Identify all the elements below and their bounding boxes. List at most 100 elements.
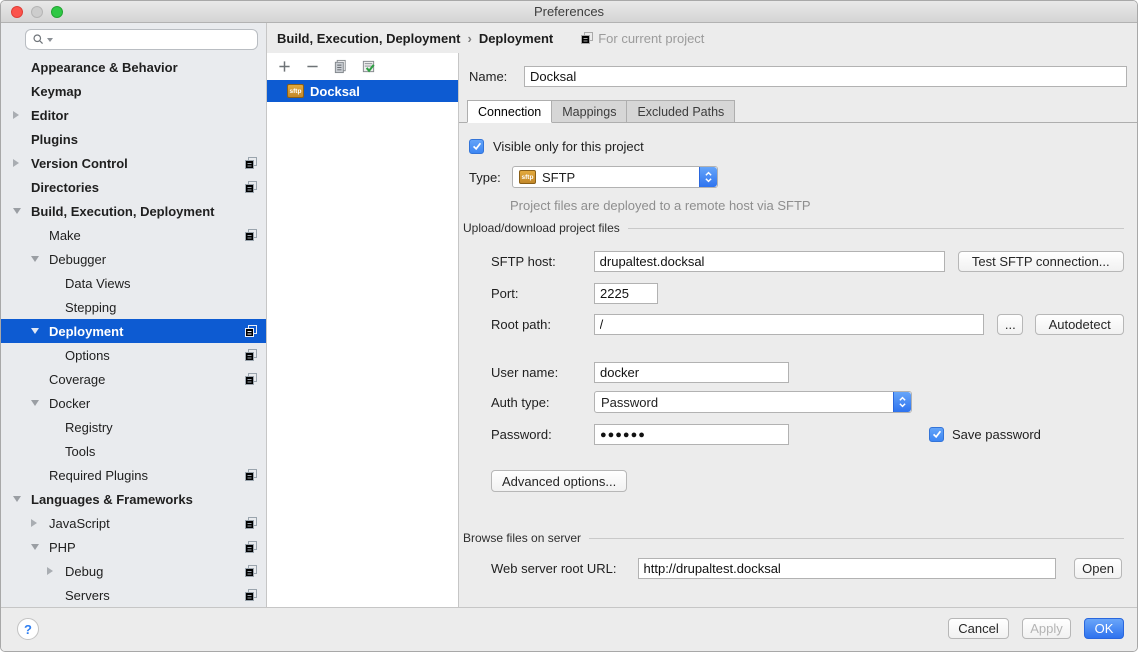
chevron-down-icon[interactable] — [31, 328, 39, 334]
advanced-options-button[interactable]: Advanced options... — [491, 470, 627, 492]
visible-only-checkbox[interactable] — [469, 139, 484, 154]
breadcrumb: Build, Execution, Deployment › Deploymen… — [267, 23, 1137, 53]
tab-strip: Connection Mappings Excluded Paths — [467, 100, 735, 123]
sidebar-item-php-debug[interactable]: Debug — [1, 559, 266, 583]
chevron-right-icon[interactable] — [13, 159, 19, 167]
breadcrumb-section[interactable]: Build, Execution, Deployment — [277, 31, 460, 46]
sftp-host-label: SFTP host: — [491, 254, 594, 269]
sidebar-item-debugger[interactable]: Debugger — [1, 247, 266, 271]
window-title: Preferences — [1, 4, 1137, 19]
search-options-caret-icon[interactable] — [47, 38, 53, 42]
name-label: Name: — [469, 69, 524, 84]
sidebar-item-keymap[interactable]: Keymap — [1, 79, 266, 103]
sidebar-item-docker[interactable]: Docker — [1, 391, 266, 415]
add-server-button[interactable] — [275, 58, 293, 76]
sidebar-item-directories[interactable]: Directories — [1, 175, 266, 199]
per-project-icon — [245, 565, 257, 577]
dropdown-stepper-icon[interactable] — [893, 392, 911, 412]
chevron-down-icon[interactable] — [13, 208, 21, 214]
remove-server-button[interactable] — [303, 58, 321, 76]
per-project-icon — [245, 157, 257, 169]
chevron-down-icon[interactable] — [13, 496, 21, 502]
chevron-right-icon[interactable] — [47, 567, 53, 575]
sidebar-item-version-control[interactable]: Version Control — [1, 151, 266, 175]
auth-type-select[interactable]: Password — [594, 391, 912, 413]
per-project-icon — [581, 32, 593, 44]
search-icon — [32, 33, 45, 46]
name-input[interactable] — [524, 66, 1127, 87]
sidebar-item-php[interactable]: PHP — [1, 535, 266, 559]
type-label: Type: — [469, 170, 512, 185]
sidebar-item-make[interactable]: Make — [1, 223, 266, 247]
section-divider — [589, 538, 1124, 539]
tab-connection[interactable]: Connection — [467, 100, 552, 123]
settings-sidebar: Appearance & Behavior Keymap Editor Plug… — [1, 23, 267, 609]
user-name-input[interactable] — [594, 362, 789, 383]
type-value: SFTP — [542, 170, 575, 185]
cancel-button[interactable]: Cancel — [948, 618, 1009, 639]
sidebar-item-languages-frameworks[interactable]: Languages & Frameworks — [1, 487, 266, 511]
per-project-icon — [245, 325, 257, 337]
web-root-url-input[interactable] — [638, 558, 1057, 579]
chevron-down-icon[interactable] — [31, 256, 39, 262]
apply-button[interactable]: Apply — [1022, 618, 1071, 639]
password-input[interactable] — [594, 424, 789, 445]
sidebar-item-options[interactable]: Options — [1, 343, 266, 367]
remove-icon — [306, 60, 319, 73]
sidebar-item-deployment[interactable]: Deployment — [1, 319, 266, 343]
sidebar-item-editor[interactable]: Editor — [1, 103, 266, 127]
chevron-down-icon[interactable] — [31, 400, 39, 406]
sftp-host-input[interactable] — [594, 251, 945, 272]
sidebar-item-registry[interactable]: Registry — [1, 415, 266, 439]
chevron-right-icon[interactable] — [13, 111, 19, 119]
sidebar-item-plugins[interactable]: Plugins — [1, 127, 266, 151]
sidebar-item-coverage[interactable]: Coverage — [1, 367, 266, 391]
deployment-settings-form: Name: Connection Mappings Excluded Paths — [459, 53, 1137, 609]
ok-button[interactable]: OK — [1084, 618, 1124, 639]
sidebar-item-stepping[interactable]: Stepping — [1, 295, 266, 319]
type-help-text: Project files are deployed to a remote h… — [510, 198, 811, 213]
server-list-item-docksal[interactable]: sftp Docksal — [267, 80, 458, 102]
per-project-icon — [245, 517, 257, 529]
web-root-url-label: Web server root URL: — [491, 561, 638, 576]
port-label: Port: — [491, 286, 594, 301]
server-name: Docksal — [310, 84, 360, 99]
sidebar-item-build-execution-deployment[interactable]: Build, Execution, Deployment — [1, 199, 266, 223]
add-icon — [278, 60, 291, 73]
root-path-label: Root path: — [491, 317, 594, 332]
test-sftp-connection-button[interactable]: Test SFTP connection... — [958, 251, 1125, 272]
sidebar-item-javascript[interactable]: JavaScript — [1, 511, 266, 535]
sftp-file-icon: sftp — [519, 170, 536, 184]
chevron-right-icon[interactable] — [31, 519, 37, 527]
password-label: Password: — [491, 427, 594, 442]
help-button[interactable]: ? — [17, 618, 39, 640]
tab-excluded-paths[interactable]: Excluded Paths — [627, 100, 735, 123]
per-project-icon — [245, 349, 257, 361]
title-bar[interactable]: Preferences — [1, 1, 1137, 23]
type-select[interactable]: sftp SFTP — [512, 166, 718, 188]
for-current-project-label: For current project — [598, 31, 704, 46]
chevron-down-icon[interactable] — [31, 544, 39, 550]
sidebar-item-php-servers[interactable]: Servers — [1, 583, 266, 607]
breadcrumb-separator: › — [467, 31, 471, 46]
sidebar-item-tools[interactable]: Tools — [1, 439, 266, 463]
sidebar-item-data-views[interactable]: Data Views — [1, 271, 266, 295]
check-icon — [931, 428, 943, 440]
use-as-default-button[interactable] — [359, 58, 377, 76]
copy-icon — [333, 59, 348, 74]
open-url-button[interactable]: Open — [1074, 558, 1122, 579]
settings-search-box[interactable] — [25, 29, 258, 50]
autodetect-button[interactable]: Autodetect — [1035, 314, 1124, 335]
sidebar-item-required-plugins[interactable]: Required Plugins — [1, 463, 266, 487]
sidebar-item-appearance-behavior[interactable]: Appearance & Behavior — [1, 55, 266, 79]
root-path-input[interactable] — [594, 314, 985, 335]
save-password-checkbox[interactable] — [929, 427, 944, 442]
port-input[interactable] — [594, 283, 658, 304]
search-input[interactable] — [57, 33, 251, 47]
dropdown-stepper-icon[interactable] — [699, 167, 717, 187]
upload-section-header: Upload/download project files — [463, 220, 1124, 236]
copy-server-button[interactable] — [331, 58, 349, 76]
browse-root-path-button[interactable]: ... — [997, 314, 1023, 335]
per-project-icon — [245, 181, 257, 193]
tab-mappings[interactable]: Mappings — [552, 100, 627, 123]
